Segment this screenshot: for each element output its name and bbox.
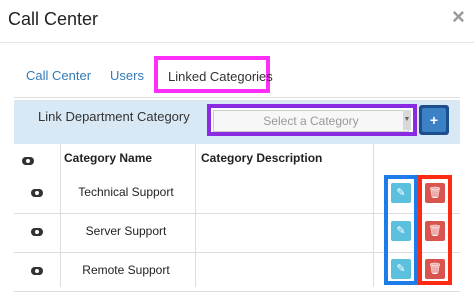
column-divider	[195, 144, 196, 287]
edit-icon: ✎	[396, 187, 406, 199]
column-header-category-description: Category Description	[201, 151, 323, 165]
edit-button[interactable]: ✎	[391, 259, 411, 279]
modal-title: Call Center	[8, 9, 99, 29]
category-select[interactable]: Select a Category ▼	[207, 104, 417, 136]
eye-icon[interactable]	[31, 262, 43, 280]
tab-linked-categories-label: Linked Categories	[168, 69, 273, 84]
category-select-value[interactable]: Select a Category	[213, 110, 409, 132]
trash-icon: 🗑	[428, 225, 442, 237]
column-header-category-name: Category Name	[64, 151, 153, 165]
plus-icon: +	[422, 108, 446, 132]
tab-divider	[14, 97, 460, 98]
close-icon[interactable]: ×	[452, 6, 465, 28]
eye-icon[interactable]	[31, 184, 43, 202]
category-name: Remote Support	[82, 263, 170, 277]
edit-buttons-column: ✎ ✎ ✎	[384, 175, 418, 285]
edit-button[interactable]: ✎	[391, 183, 411, 203]
add-category-button[interactable]: +	[419, 105, 449, 135]
column-divider	[373, 144, 374, 287]
tab-users[interactable]: Users	[110, 68, 144, 83]
category-name: Server Support	[85, 224, 167, 238]
edit-icon: ✎	[396, 225, 406, 237]
delete-button[interactable]: 🗑	[425, 183, 445, 203]
tab-linked-categories[interactable]: Linked Categories	[154, 56, 273, 93]
table-header: Category Name Category Description	[14, 144, 460, 177]
column-divider	[60, 144, 61, 287]
trash-icon: 🗑	[428, 187, 442, 199]
delete-button[interactable]: 🗑	[425, 259, 445, 279]
caret-down-icon[interactable]: ▼	[403, 110, 411, 130]
modal-header: Call Center ×	[0, 0, 474, 43]
edit-button[interactable]: ✎	[391, 221, 411, 241]
link-category-label: Link Department Category	[38, 109, 190, 124]
eye-icon	[22, 152, 34, 170]
delete-buttons-column: 🗑 🗑 🗑	[418, 175, 452, 285]
delete-button[interactable]: 🗑	[425, 221, 445, 241]
edit-icon: ✎	[396, 263, 406, 275]
eye-icon[interactable]	[31, 223, 43, 241]
tab-call-center[interactable]: Call Center	[26, 68, 91, 83]
link-category-row: Link Department Category Select a Catego…	[14, 100, 460, 145]
category-name: Technical Support	[78, 185, 174, 199]
trash-icon: 🗑	[428, 263, 442, 275]
